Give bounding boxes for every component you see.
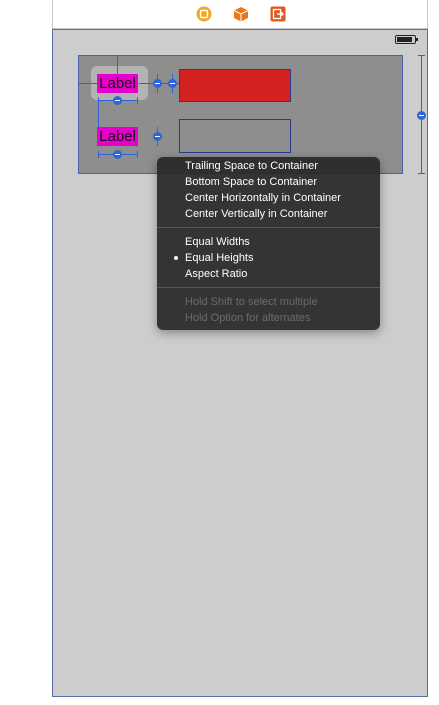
menu-item-bottom-space[interactable]: Bottom Space to Container — [185, 174, 317, 190]
top-space-constraint[interactable] — [117, 56, 118, 74]
menu-separator — [157, 227, 380, 228]
selected-bullet-icon — [174, 256, 178, 260]
menu-item-center-vertically[interactable]: Center Vertically in Container — [185, 206, 327, 222]
constraint-context-menu: Trailing Space to Container Bottom Space… — [157, 157, 380, 330]
vertical-spacing-constraint[interactable] — [98, 101, 99, 127]
menu-item-center-horizontally[interactable]: Center Horizontally in Container — [185, 190, 341, 206]
label-top[interactable]: Label — [97, 74, 138, 93]
height-constraint-badge[interactable] — [153, 132, 162, 141]
red-view[interactable] — [179, 69, 291, 102]
constraint-cap — [418, 55, 425, 56]
width-constraint-badge[interactable] — [113, 96, 122, 105]
menu-item-aspect-ratio[interactable]: Aspect Ratio — [185, 266, 247, 282]
constraint-cap — [98, 151, 99, 158]
view-controller-icon[interactable] — [196, 6, 212, 22]
menu-separator — [157, 287, 380, 288]
leading-space-constraint[interactable] — [79, 83, 97, 84]
constraint-cap — [137, 97, 138, 104]
empty-view[interactable] — [179, 119, 291, 153]
height-constraint-badge[interactable] — [168, 79, 177, 88]
menu-item-equal-widths[interactable]: Equal Widths — [185, 234, 250, 250]
menu-hint-option: Hold Option for alternates — [185, 312, 311, 324]
first-responder-icon[interactable] — [233, 6, 249, 22]
height-constraint-badge[interactable] — [153, 79, 162, 88]
height-constraint-badge[interactable] — [417, 111, 426, 120]
width-constraint-badge[interactable] — [113, 150, 122, 159]
label-bottom[interactable]: Label — [97, 127, 138, 146]
exit-icon[interactable] — [270, 6, 286, 22]
battery-icon — [395, 35, 418, 44]
menu-item-trailing-space[interactable]: Trailing Space to Container — [185, 158, 318, 174]
menu-item-equal-heights[interactable]: Equal Heights — [185, 250, 254, 266]
constraint-cap — [418, 173, 425, 174]
menu-hint-shift: Hold Shift to select multiple — [185, 296, 318, 308]
constraint-cap — [137, 151, 138, 158]
